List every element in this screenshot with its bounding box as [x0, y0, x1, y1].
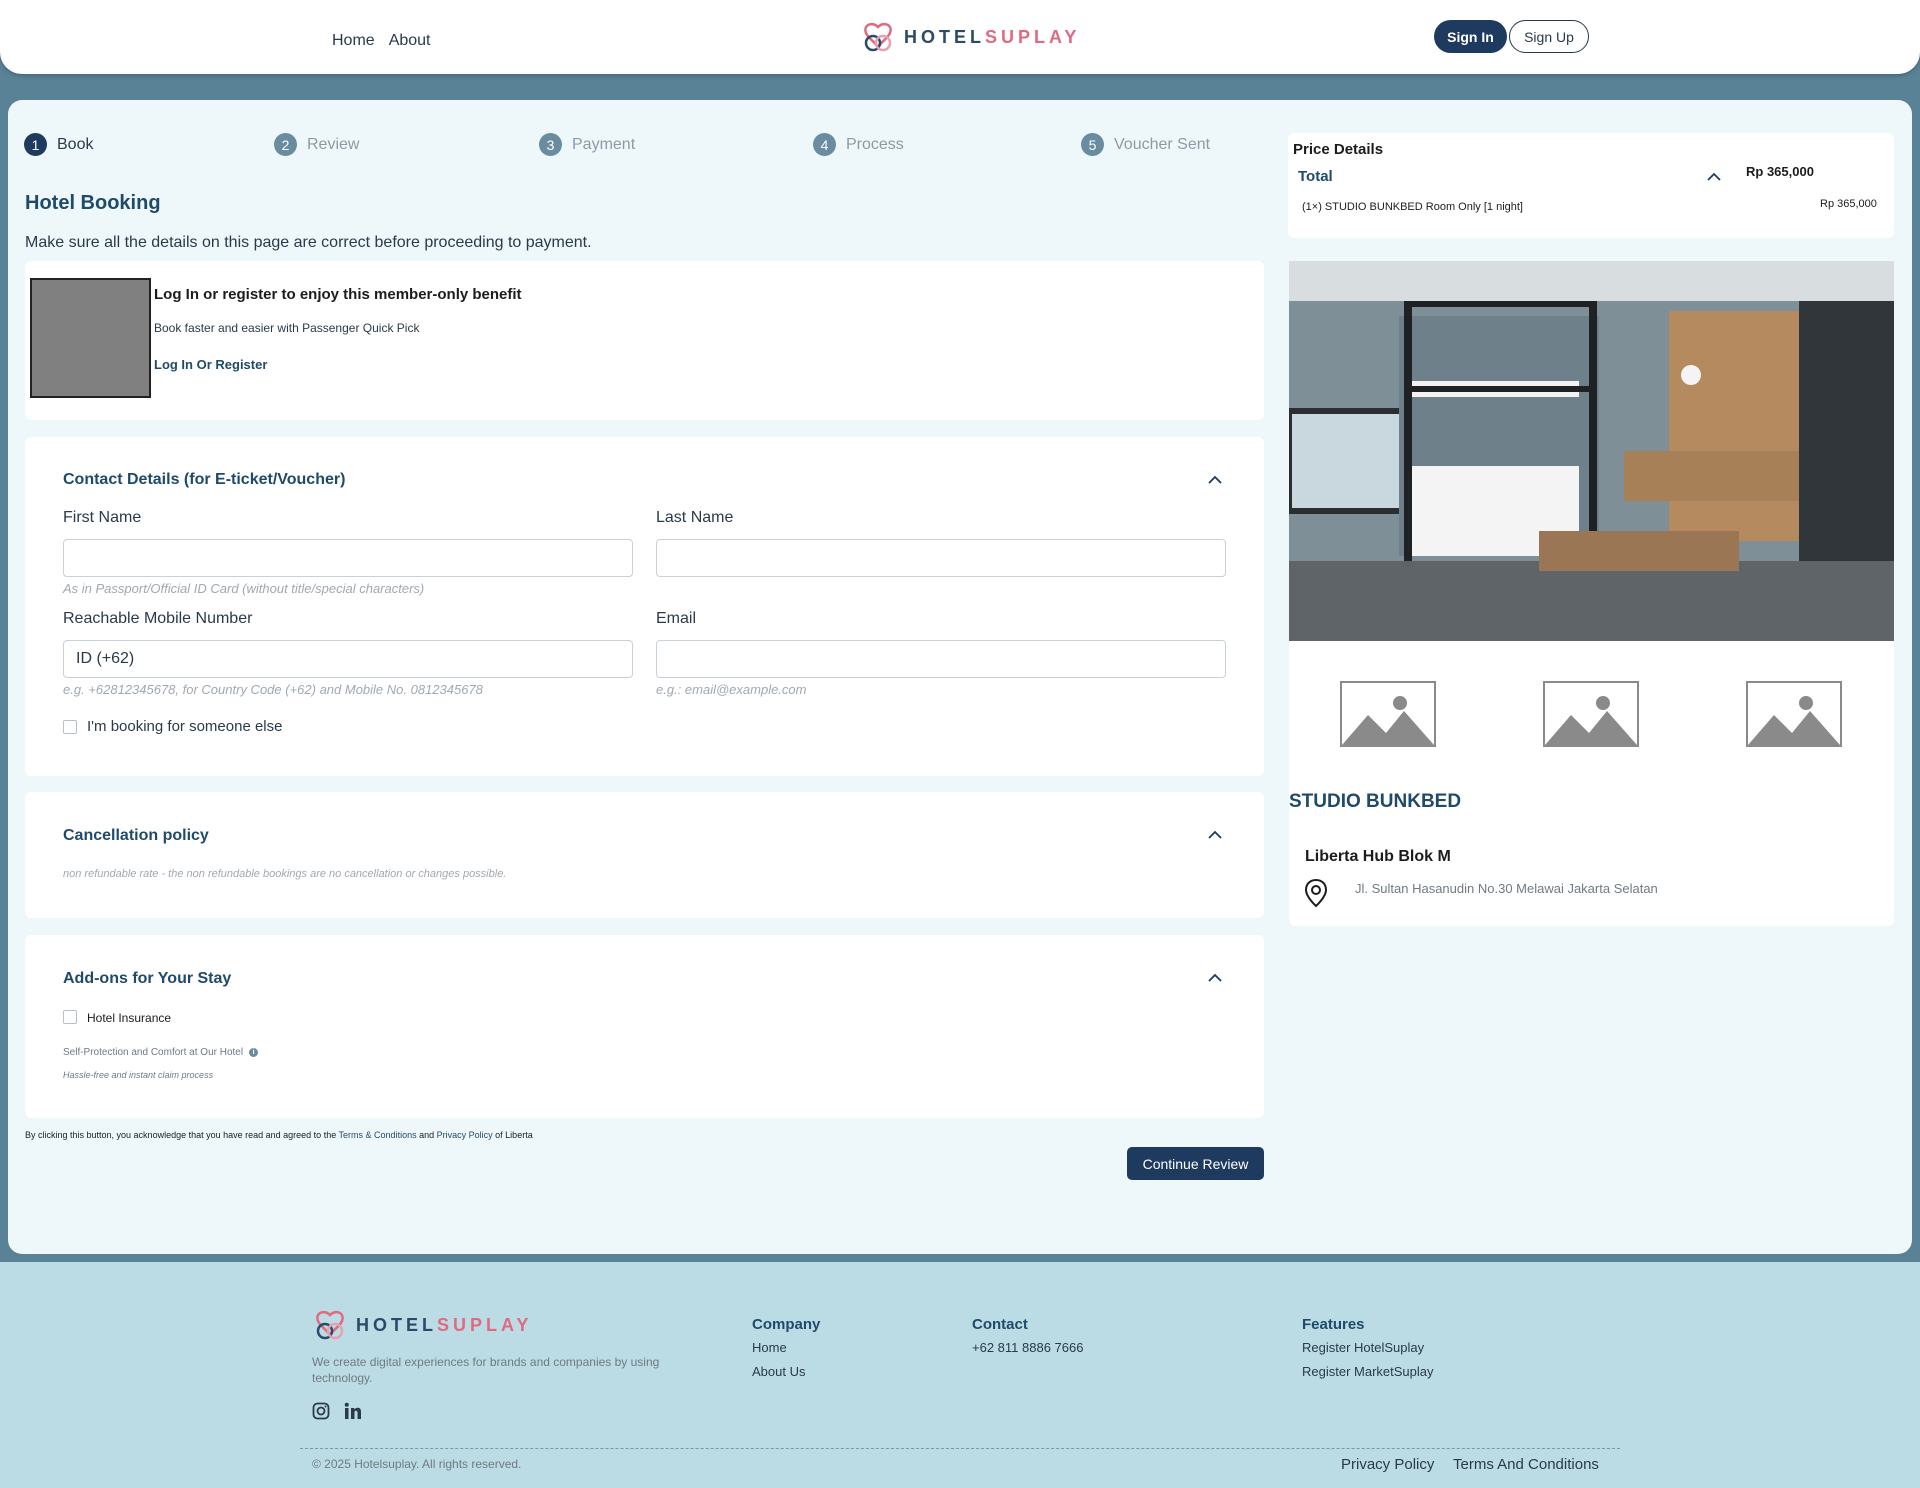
footer-features-heading: Features — [1302, 1316, 1365, 1333]
mobile-hint: e.g. +62812345678, for Country Code (+62… — [63, 682, 483, 697]
price-details-card: Price Details Total Rp 365,000 (1×) STUD… — [1288, 133, 1894, 238]
member-image-placeholder — [30, 278, 151, 398]
site-header: Home About HOTELSUPLAY Sign In Sign Up — [0, 0, 1920, 74]
main-nav: Home About — [332, 32, 431, 50]
booking-for-someone-checkbox[interactable] — [63, 720, 77, 734]
chevron-up-icon[interactable] — [1208, 473, 1222, 487]
location-pin-icon — [1304, 878, 1328, 908]
chevron-up-icon[interactable] — [1208, 971, 1222, 985]
logo-icon — [316, 1310, 344, 1340]
privacy-link[interactable]: Privacy Policy — [437, 1130, 493, 1140]
brand-logo[interactable]: HOTELSUPLAY — [860, 19, 1080, 55]
nav-about[interactable]: About — [389, 32, 431, 50]
footer-copyright: © 2025 Hotelsuplay. All rights reserved. — [312, 1457, 522, 1471]
contact-details-card: Contact Details (for E-ticket/Voucher) F… — [25, 437, 1264, 776]
nav-home[interactable]: Home — [332, 32, 375, 50]
brand-hotel: HOTEL — [904, 26, 985, 47]
step-book: 1 Book — [24, 133, 93, 156]
footer-brand-hotel: HOTEL — [356, 1314, 437, 1335]
member-title: Log In or register to enjoy this member-… — [154, 286, 522, 303]
protection-text: Self-Protection and Comfort at Our Hotel — [63, 1047, 244, 1058]
addons-title: Add-ons for Your Stay — [63, 970, 232, 987]
image-placeholder-icon[interactable] — [1340, 681, 1436, 747]
last-name-input[interactable] — [656, 539, 1226, 577]
cancellation-text: non refundable rate - the non refundable… — [63, 868, 507, 880]
brand-suplay: SUPLAY — [985, 26, 1081, 47]
chevron-up-icon[interactable] — [1707, 170, 1721, 184]
linkedin-icon[interactable] — [344, 1402, 362, 1420]
hotel-insurance-checkbox[interactable] — [63, 1010, 77, 1024]
price-item-value: Rp 365,000 — [1820, 198, 1877, 210]
footer-divider — [300, 1448, 1620, 1449]
member-benefit-card: Log In or register to enjoy this member-… — [25, 261, 1264, 420]
step-review: 2 Review — [274, 133, 359, 156]
page-title: Hotel Booking — [25, 192, 161, 214]
first-name-label: First Name — [63, 509, 142, 526]
sign-up-button[interactable]: Sign Up — [1509, 20, 1589, 53]
site-footer: HOTELSUPLAY We create digital experience… — [0, 1262, 1920, 1488]
continue-review-button[interactable]: Continue Review — [1127, 1147, 1264, 1180]
logo-icon — [864, 22, 892, 52]
mobile-label: Reachable Mobile Number — [63, 610, 253, 627]
hotel-address: Jl. Sultan Hasanudin No.30 Melawai Jakar… — [1355, 881, 1658, 896]
email-hint: e.g.: email@example.com — [656, 682, 807, 697]
page-subtitle: Make sure all the details on this page a… — [25, 234, 592, 251]
footer-tagline: We create digital experiences for brands… — [312, 1355, 660, 1385]
email-label: Email — [656, 610, 697, 627]
image-placeholder-icon[interactable] — [1746, 681, 1842, 747]
email-input[interactable] — [656, 640, 1226, 678]
terms-link[interactable]: Terms & Conditions — [339, 1130, 417, 1140]
cancellation-title: Cancellation policy — [63, 827, 209, 844]
booking-for-someone-label: I'm booking for someone else — [87, 718, 283, 735]
footer-phone[interactable]: +62 811 8886 7666 — [972, 1340, 1083, 1355]
last-name-label: Last Name — [656, 509, 734, 526]
contact-title: Contact Details (for E-ticket/Voucher) — [63, 471, 346, 488]
image-placeholder-icon[interactable] — [1543, 681, 1639, 747]
mobile-input[interactable] — [63, 640, 633, 678]
footer-link-home[interactable]: Home — [752, 1340, 787, 1355]
total-label: Total — [1298, 168, 1333, 185]
step-process: 4 Process — [813, 133, 904, 156]
chevron-up-icon[interactable] — [1208, 828, 1222, 842]
sign-in-button[interactable]: Sign In — [1434, 20, 1507, 53]
login-register-link[interactable]: Log In Or Register — [154, 357, 267, 372]
price-title: Price Details — [1293, 141, 1384, 158]
protection-row: Self-Protection and Comfort at Our Hotel… — [63, 1047, 259, 1058]
name-hint: As in Passport/Official ID Card (without… — [63, 581, 425, 596]
member-desc: Book faster and easier with Passenger Qu… — [154, 321, 420, 335]
footer-link-register-hotelsuplay[interactable]: Register HotelSuplay — [1302, 1340, 1424, 1355]
footer-brand-logo[interactable]: HOTELSUPLAY — [312, 1307, 532, 1343]
footer-link-register-marketsuplay[interactable]: Register MarketSuplay — [1302, 1364, 1434, 1379]
total-value: Rp 365,000 — [1746, 164, 1814, 179]
room-card: STUDIO BUNKBED Liberta Hub Blok M Jl. Su… — [1289, 261, 1894, 926]
agreement-text: By clicking this button, you acknowledge… — [25, 1130, 533, 1140]
footer-terms-link[interactable]: Terms And Conditions — [1453, 1456, 1599, 1473]
hotel-insurance-label: Hotel Insurance — [87, 1011, 172, 1025]
claim-text: Hassle-free and instant claim process — [63, 1070, 214, 1080]
step-payment: 3 Payment — [539, 133, 635, 156]
cancellation-card: Cancellation policy non refundable rate … — [25, 792, 1264, 918]
footer-contact-heading: Contact — [972, 1316, 1028, 1333]
room-photo — [1289, 261, 1894, 641]
footer-link-about[interactable]: About Us — [752, 1364, 805, 1379]
room-name: STUDIO BUNKBED — [1289, 791, 1462, 812]
hotel-name: Liberta Hub Blok M — [1305, 848, 1451, 865]
step-voucher-sent: 5 Voucher Sent — [1081, 133, 1210, 156]
addons-card: Add-ons for Your Stay Hotel Insurance Se… — [25, 935, 1264, 1118]
instagram-icon[interactable] — [312, 1402, 330, 1420]
footer-brand-suplay: SUPLAY — [437, 1314, 533, 1335]
info-icon[interactable]: i — [249, 1048, 259, 1057]
footer-company-heading: Company — [752, 1316, 821, 1333]
first-name-input[interactable] — [63, 539, 633, 577]
footer-privacy-link[interactable]: Privacy Policy — [1341, 1456, 1434, 1473]
price-item: (1×) STUDIO BUNKBED Room Only [1 night] — [1302, 201, 1523, 213]
